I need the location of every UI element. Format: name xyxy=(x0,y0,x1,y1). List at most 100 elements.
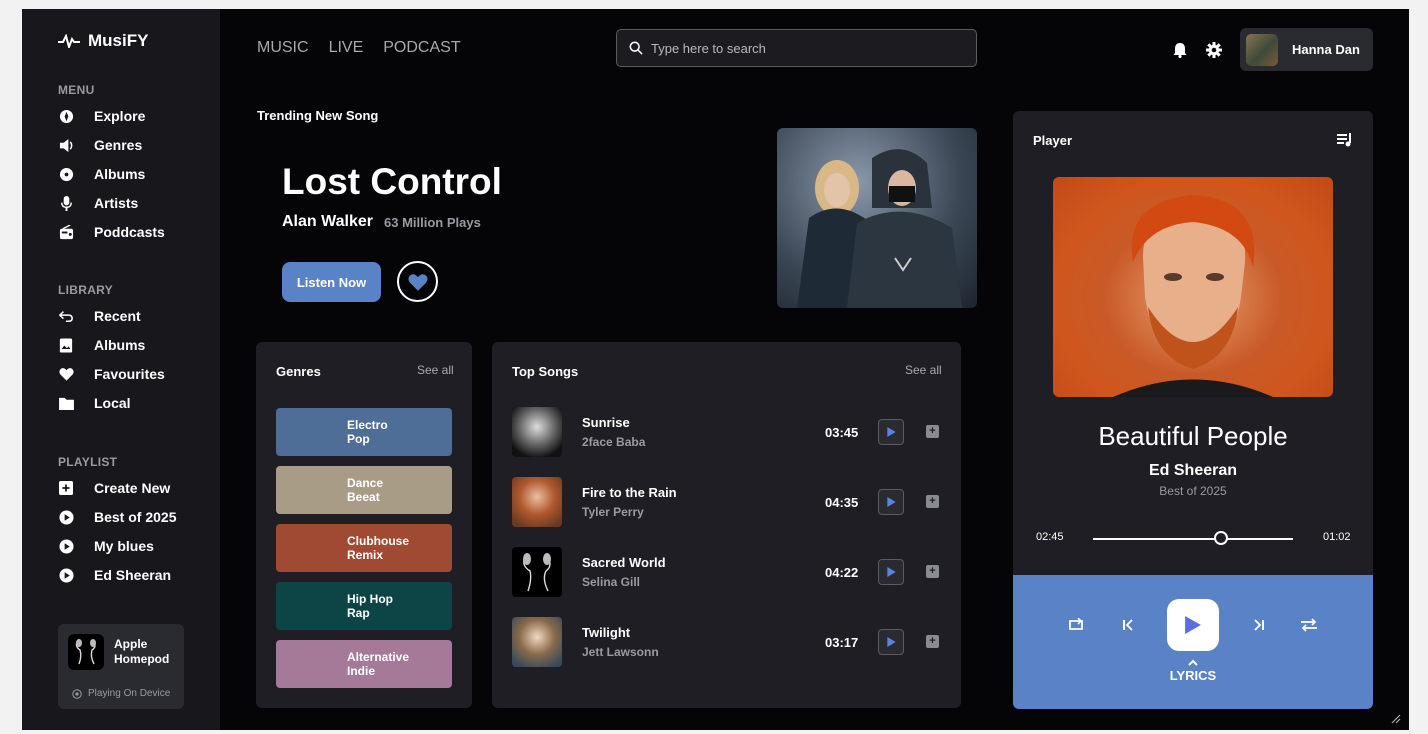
top-songs-see-all-link[interactable]: See all xyxy=(905,363,942,377)
table-row[interactable]: Twilight Jett Lawsonn 03:17 + xyxy=(512,617,942,667)
sidebar-item-my-blues[interactable]: My blues xyxy=(58,538,154,554)
sidebar-item-explore[interactable]: Explore xyxy=(58,108,145,124)
sidebar: MusiFY MENU Explore Genres Albums Artist… xyxy=(22,9,220,730)
next-button[interactable] xyxy=(1250,617,1268,633)
tab-music[interactable]: MUSIC xyxy=(257,39,309,57)
play-circle-icon xyxy=(58,538,74,554)
genre-label: Dance Beeat xyxy=(347,476,384,504)
sidebar-item-artists[interactable]: Artists xyxy=(58,195,138,211)
now-playing-title: Beautiful People xyxy=(1098,421,1288,451)
add-to-playlist-button[interactable]: + xyxy=(926,495,939,508)
pulse-icon xyxy=(58,34,80,48)
lyrics-button[interactable]: LYRICS xyxy=(1013,668,1373,683)
favourite-button[interactable] xyxy=(397,261,438,302)
play-icon xyxy=(1185,616,1201,634)
menu-section-title: MENU xyxy=(58,83,95,97)
progress-slider-handle[interactable] xyxy=(1214,531,1228,545)
sidebar-item-genres[interactable]: Genres xyxy=(58,137,142,153)
table-row[interactable]: Fire to the Rain Tyler Perry 04:35 + xyxy=(512,477,942,527)
song-title: Sunrise xyxy=(582,415,630,430)
play-circle-icon xyxy=(58,567,74,583)
play-song-button[interactable] xyxy=(878,489,904,515)
now-playing-artist[interactable]: Ed Sheeran xyxy=(1013,462,1373,480)
resize-grip-icon[interactable] xyxy=(1389,712,1401,724)
sidebar-item-best-of-2025[interactable]: Best of 2025 xyxy=(58,509,176,525)
tab-live[interactable]: LIVE xyxy=(329,39,364,57)
song-duration: 04:22 xyxy=(825,565,859,580)
sidebar-item-label: Albums xyxy=(94,337,146,353)
genre-electro-pop[interactable]: Electro Pop xyxy=(276,408,452,456)
app-logo[interactable]: MusiFY xyxy=(58,31,148,51)
repeat-button[interactable] xyxy=(1067,617,1085,633)
sidebar-item-label: My blues xyxy=(94,538,154,554)
genres-see-all-link[interactable]: See all xyxy=(417,363,454,377)
sidebar-item-label: Ed Sheeran xyxy=(94,567,172,583)
previous-button[interactable] xyxy=(1119,617,1137,633)
table-row[interactable]: Sacred World Selina Gill 04:22 + xyxy=(512,547,942,597)
trending-cover-image[interactable] xyxy=(777,128,977,308)
sidebar-item-podcasts[interactable]: Poddcasts xyxy=(58,224,165,240)
sidebar-item-label: Recent xyxy=(94,308,141,324)
sidebar-item-label: Albums xyxy=(94,166,146,182)
device-card[interactable]: Apple Homepod Playing On Device xyxy=(58,624,184,709)
table-row[interactable]: Sunrise 2face Baba 03:45 + xyxy=(512,407,942,457)
add-to-playlist-button[interactable]: + xyxy=(926,565,939,578)
user-profile-button[interactable]: Hanna Dan xyxy=(1240,28,1373,71)
progress-track[interactable] xyxy=(1093,538,1293,540)
chevron-up-icon[interactable] xyxy=(1187,659,1199,667)
play-icon xyxy=(886,497,896,507)
sidebar-item-favourites[interactable]: Favourites xyxy=(58,366,165,382)
trending-artist[interactable]: Alan Walker xyxy=(282,213,373,231)
remaining-time: 01:02 xyxy=(1323,531,1351,543)
compass-icon xyxy=(58,108,74,124)
sidebar-item-create-new[interactable]: Create New xyxy=(58,480,170,496)
bell-icon[interactable] xyxy=(1172,42,1188,58)
play-pause-button[interactable] xyxy=(1167,599,1219,651)
trending-title: Lost Control xyxy=(282,161,502,202)
song-title: Sacred World xyxy=(582,555,666,570)
genre-hip-hop-rap[interactable]: Hip Hop Rap xyxy=(276,582,452,630)
sidebar-item-albums[interactable]: Albums xyxy=(58,166,145,182)
sidebar-item-ed-sheeran[interactable]: Ed Sheeran xyxy=(58,567,171,583)
user-name: Hanna Dan xyxy=(1292,42,1360,57)
now-playing-album: Best of 2025 xyxy=(1159,484,1227,498)
genre-clubhouse-remix[interactable]: Clubhouse Remix xyxy=(276,524,452,572)
add-to-playlist-button[interactable]: + xyxy=(926,635,939,648)
genres-card: Genres See all Electro Pop Dance Beeat C… xyxy=(256,342,472,708)
sidebar-item-library-albums[interactable]: Albums xyxy=(58,337,145,353)
sidebar-item-label: Genres xyxy=(94,137,143,153)
song-thumbnail xyxy=(512,617,562,667)
genre-alternative-indie[interactable]: Alternative Indie xyxy=(276,640,452,688)
device-name: Apple Homepod xyxy=(114,637,170,666)
plus-square-icon xyxy=(58,480,74,496)
search-icon xyxy=(629,41,643,55)
sidebar-item-label: Favourites xyxy=(94,366,165,382)
play-icon xyxy=(886,567,896,577)
play-song-button[interactable] xyxy=(878,419,904,445)
sidebar-item-recent[interactable]: Recent xyxy=(58,308,141,324)
tab-podcast[interactable]: PODCAST xyxy=(383,39,460,57)
skip-previous-icon xyxy=(1123,619,1133,631)
sidebar-item-local[interactable]: Local xyxy=(58,395,131,411)
sidebar-item-label: Best of 2025 xyxy=(94,509,177,525)
player-title: Player xyxy=(1033,133,1073,148)
gear-icon[interactable] xyxy=(1206,42,1222,58)
play-circle-icon xyxy=(58,509,74,525)
genre-dance-beeat[interactable]: Dance Beeat xyxy=(276,466,452,514)
now-playing-cover xyxy=(1053,177,1333,397)
queue-music-icon[interactable] xyxy=(1337,133,1353,147)
listen-now-button[interactable]: Listen Now xyxy=(282,262,381,302)
heart-icon xyxy=(58,366,74,382)
add-to-playlist-button[interactable]: + xyxy=(926,425,939,438)
play-song-button[interactable] xyxy=(878,629,904,655)
shuffle-button[interactable] xyxy=(1300,617,1318,633)
speaker-device-icon xyxy=(72,688,82,699)
search-input[interactable] xyxy=(651,40,951,56)
genre-label: Electro Pop xyxy=(347,418,388,446)
song-thumbnail xyxy=(512,477,562,527)
top-songs-title: Top Songs xyxy=(512,364,579,379)
sidebar-item-label: Create New xyxy=(94,480,171,496)
sidebar-item-label: Explore xyxy=(94,108,146,124)
folder-icon xyxy=(58,395,74,411)
play-song-button[interactable] xyxy=(878,559,904,585)
